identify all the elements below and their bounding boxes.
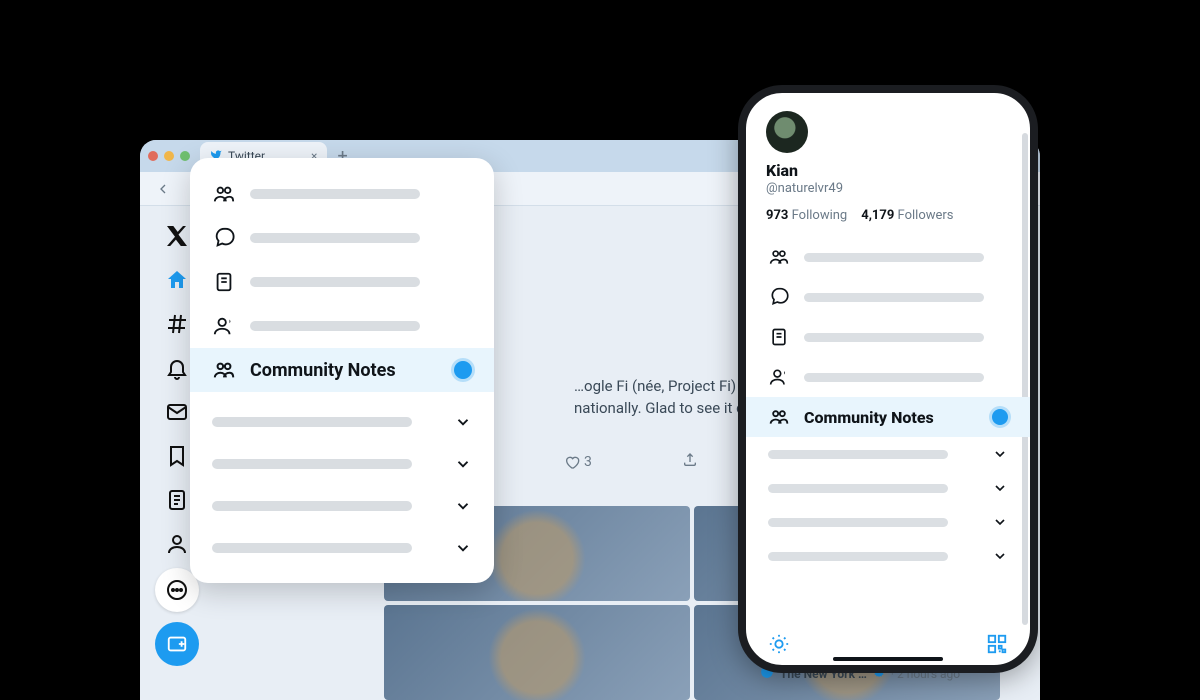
menu-item-placeholder [250, 233, 420, 243]
new-indicator-dot [454, 361, 472, 379]
menu-item[interactable] [190, 260, 494, 304]
lists-icon [212, 270, 236, 294]
menu-item-placeholder [804, 253, 984, 262]
menu-item-placeholder [212, 501, 412, 511]
menu-item-expandable[interactable] [766, 471, 1010, 505]
menu-item[interactable] [190, 172, 494, 216]
follow-stats: 973 Following 4,179 Followers [766, 208, 1010, 223]
like-button[interactable]: 3 [564, 454, 592, 470]
menu-item-placeholder [804, 293, 984, 302]
menu-item-placeholder [212, 417, 412, 427]
follower-requests-icon [212, 314, 236, 338]
menu-item-expandable[interactable] [190, 443, 494, 485]
tweet-actions: 3 [564, 452, 698, 472]
menu-item-placeholder [250, 277, 420, 287]
menu-item-expandable[interactable] [766, 505, 1010, 539]
back-icon[interactable] [154, 180, 172, 198]
menu-item-placeholder [212, 543, 412, 553]
menu-item-placeholder [768, 484, 948, 493]
like-count: 3 [584, 454, 592, 470]
chevron-down-icon [454, 539, 472, 557]
menu-item[interactable] [190, 304, 494, 348]
menu-item-placeholder [768, 518, 948, 527]
menu-item-expandable[interactable] [190, 527, 494, 569]
community-notes-icon [212, 358, 236, 382]
share-icon[interactable] [682, 452, 698, 472]
menu-item[interactable] [766, 277, 1010, 317]
window-controls [148, 151, 190, 161]
follower-requests-icon [768, 366, 790, 388]
menu-item-placeholder [250, 189, 420, 199]
home-indicator [833, 657, 943, 661]
compose-tweet-button[interactable] [155, 622, 199, 666]
phone-drawer-menu: Community Notes [766, 237, 1010, 573]
following-stat[interactable]: 973 Following [766, 208, 847, 223]
menu-item[interactable] [766, 357, 1010, 397]
profile-name: Kian [766, 161, 1010, 180]
window-minimize-icon[interactable] [164, 151, 174, 161]
menu-item-community-notes[interactable]: Community Notes [746, 397, 1030, 437]
more-menu-popover: Community Notes [190, 158, 494, 583]
menu-item-community-notes[interactable]: Community Notes [190, 348, 494, 392]
followers-stat[interactable]: 4,179 Followers [861, 208, 953, 223]
communities-icon [212, 182, 236, 206]
menu-item-placeholder [768, 552, 948, 561]
menu-item[interactable] [766, 317, 1010, 357]
menu-item-expandable[interactable] [190, 485, 494, 527]
chevron-down-icon [992, 514, 1008, 530]
phone-bottom-bar [746, 633, 1030, 655]
chevron-down-icon [454, 455, 472, 473]
profile-header: Kian @naturelvr49 973 Following 4,179 Fo… [766, 111, 1010, 223]
menu-item-placeholder [804, 373, 984, 382]
menu-item-placeholder [212, 459, 412, 469]
phone-mockup: Kian @naturelvr49 973 Following 4,179 Fo… [738, 85, 1038, 673]
chevron-down-icon [454, 413, 472, 431]
community-notes-icon [768, 406, 790, 428]
menu-item-expandable[interactable] [766, 437, 1010, 471]
menu-item-placeholder [768, 450, 948, 459]
profile-handle: @naturelvr49 [766, 181, 1010, 196]
chevron-down-icon [992, 548, 1008, 564]
chevron-down-icon [454, 497, 472, 515]
media-thumbnail[interactable] [384, 605, 690, 700]
lists-icon [768, 326, 790, 348]
chevron-down-icon [992, 480, 1008, 496]
menu-item-label: Community Notes [250, 360, 396, 381]
menu-item-label: Community Notes [804, 408, 934, 427]
communities-icon [768, 246, 790, 268]
topics-icon [212, 226, 236, 250]
menu-item-placeholder [804, 333, 984, 342]
menu-item[interactable] [190, 216, 494, 260]
menu-item[interactable] [766, 237, 1010, 277]
avatar[interactable] [766, 111, 808, 153]
window-close-icon[interactable] [148, 151, 158, 161]
window-maximize-icon[interactable] [180, 151, 190, 161]
new-indicator-dot [992, 409, 1008, 425]
qr-code-icon[interactable] [986, 633, 1008, 655]
menu-item-expandable[interactable] [766, 539, 1010, 573]
topics-icon [768, 286, 790, 308]
menu-item-placeholder [250, 321, 420, 331]
theme-icon[interactable] [768, 633, 790, 655]
chevron-down-icon [992, 446, 1008, 462]
menu-item-expandable[interactable] [190, 401, 494, 443]
